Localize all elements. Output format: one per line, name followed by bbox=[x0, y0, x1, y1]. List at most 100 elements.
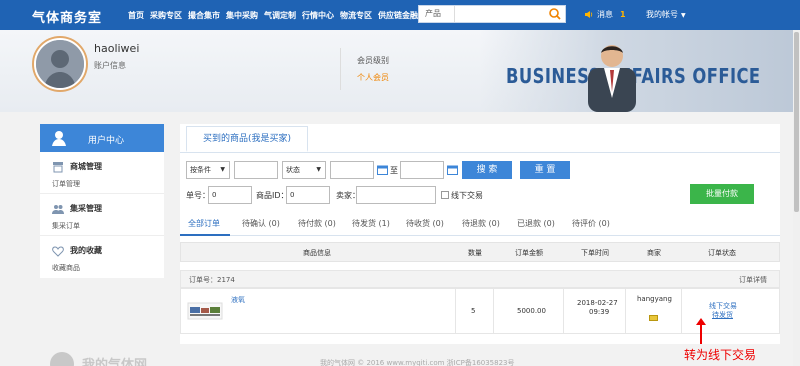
status-select[interactable]: 状态 ▼ bbox=[282, 161, 326, 179]
sidebar-link-orders[interactable]: 订单管理 bbox=[52, 179, 80, 189]
divider bbox=[563, 289, 564, 333]
sidebar-item-mall[interactable]: 商城管理 bbox=[70, 161, 102, 172]
offline-trade-label: 线下交易 bbox=[451, 191, 483, 200]
sidebar-link-group-orders[interactable]: 集采订单 bbox=[52, 221, 80, 231]
col-order-status: 订单状态 bbox=[708, 249, 736, 257]
nav-link-logistics[interactable]: 物流专区 bbox=[340, 10, 372, 21]
offline-trade-checkbox[interactable] bbox=[441, 191, 449, 199]
tab-pending-shipment[interactable]: 待发货 (1) bbox=[352, 218, 390, 229]
annotation-arrow bbox=[700, 322, 702, 344]
sidebar-link-favorite-products[interactable]: 收藏商品 bbox=[52, 263, 80, 273]
table-row: 液氧 5 5000.00 2018-02-27 09:39 hangyang 线… bbox=[180, 288, 780, 334]
user-banner: haoliwei 账户信息 会员级别 个人会员 BUSINESS AFFAIRS… bbox=[0, 30, 800, 112]
calendar-icon[interactable] bbox=[377, 165, 388, 175]
status-select-value: 状态 bbox=[286, 166, 300, 174]
sidebar-header-label: 用户中心 bbox=[88, 136, 125, 146]
speaker-icon bbox=[585, 11, 593, 18]
reset-button[interactable]: 重 置 bbox=[520, 161, 570, 179]
user-icon bbox=[52, 131, 66, 146]
user-silhouette-icon bbox=[36, 40, 84, 88]
product-id-input[interactable]: 0 bbox=[286, 186, 330, 204]
nav-link-purchase[interactable]: 采购专区 bbox=[150, 10, 182, 21]
order-detail-link[interactable]: 订单详情 bbox=[739, 275, 767, 285]
sidebar-item-favorites[interactable]: 我的收藏 bbox=[70, 245, 102, 256]
condition-select-value: 按条件 bbox=[190, 166, 211, 174]
tab-pending-payment[interactable]: 待付款 (0) bbox=[298, 218, 336, 229]
account-info-link[interactable]: 账户信息 bbox=[94, 60, 126, 71]
tab-pending-confirm[interactable]: 待确认 (0) bbox=[242, 218, 280, 229]
calendar-icon[interactable] bbox=[447, 165, 458, 175]
tab-purchased-goods[interactable]: 买到的商品(我是买家) bbox=[186, 126, 308, 152]
search-icon bbox=[549, 8, 561, 20]
search-button[interactable] bbox=[545, 6, 565, 22]
order-no-input[interactable]: 0 bbox=[208, 186, 252, 204]
username: haoliwei bbox=[94, 42, 140, 55]
divider bbox=[340, 48, 341, 90]
search-input[interactable] bbox=[456, 6, 546, 22]
caret-down-icon: ▼ bbox=[681, 12, 686, 19]
scrollbar-thumb[interactable] bbox=[794, 32, 799, 212]
product-thumbnail[interactable] bbox=[187, 299, 223, 323]
nav-link-market[interactable]: 行情中心 bbox=[302, 10, 334, 21]
tab-pending-refund[interactable]: 待退款 (0) bbox=[462, 218, 500, 229]
footer-logo-mark bbox=[50, 352, 74, 366]
sidebar-item-group-buy[interactable]: 集采管理 bbox=[70, 203, 102, 214]
sidebar-section-mall: 商城管理 订单管理 bbox=[40, 152, 164, 194]
message-merchant-icon[interactable] bbox=[649, 315, 658, 321]
site-logo[interactable]: 气体商务室 bbox=[32, 7, 102, 26]
annotation-text: 转为线下交易 bbox=[684, 348, 757, 362]
order-header-row: 订单号：2174 订单详情 bbox=[180, 270, 780, 288]
top-navbar: 气体商务室 首页 采购专区 撮合集市 集中采购 气调定制 行情中心 物流专区 供… bbox=[0, 0, 800, 30]
condition-value-input[interactable] bbox=[234, 161, 278, 179]
order-quantity: 5 bbox=[471, 307, 476, 315]
order-time: 09:39 bbox=[589, 308, 610, 316]
footer-logo: 我的气体网 bbox=[50, 352, 160, 366]
avatar[interactable] bbox=[34, 38, 86, 90]
sidebar: 用户中心 商城管理 订单管理 集采管理 集采订单 我的收藏 收藏商品 bbox=[40, 124, 164, 278]
messages-link[interactable]: 消息 1 bbox=[584, 9, 626, 20]
search-category-select[interactable]: 产品 bbox=[419, 6, 455, 22]
chevron-down-icon: ▼ bbox=[220, 166, 225, 173]
tab-refunded[interactable]: 已退款 (0) bbox=[517, 218, 555, 229]
order-date: 2018-02-27 bbox=[577, 299, 618, 307]
footer-copyright: 我的气体网 © 2016 www.myqiti.com 浙ICP备1603582… bbox=[320, 359, 515, 366]
sidebar-header[interactable]: 用户中心 bbox=[40, 124, 164, 152]
footer-logo-text: 我的气体网 bbox=[82, 358, 148, 366]
search-orders-button[interactable]: 搜 索 bbox=[462, 161, 512, 179]
seller-input[interactable] bbox=[356, 186, 436, 204]
orders-panel: 买到的商品(我是买家) 按条件 ▼ 状态 ▼ 至 搜 索 重 置 单号： 0 商品I… bbox=[180, 124, 780, 344]
nav-link-matching[interactable]: 撮合集市 bbox=[188, 10, 220, 21]
product-name-link[interactable]: 液氧 bbox=[231, 295, 245, 305]
nav-link-finance[interactable]: 供应链金融 bbox=[378, 10, 418, 21]
search-box: 产品 bbox=[418, 5, 566, 23]
store-icon bbox=[53, 162, 63, 173]
tab-pending-review[interactable]: 待评价 (0) bbox=[572, 218, 610, 229]
order-amount: 5000.00 bbox=[517, 307, 546, 315]
nav-link-centralized[interactable]: 集中采购 bbox=[226, 10, 258, 21]
tab-all-orders[interactable]: 全部订单 bbox=[188, 218, 220, 229]
divider bbox=[493, 289, 494, 333]
col-product-info: 商品信息 bbox=[303, 249, 331, 257]
account-menu[interactable]: 我的帐号 ▼ bbox=[646, 9, 686, 20]
order-status-pending-shipment[interactable]: 待发货 bbox=[712, 310, 733, 320]
nav-link-custom[interactable]: 气调定制 bbox=[264, 10, 296, 21]
date-range-separator: 至 bbox=[390, 166, 398, 175]
col-merchant: 商家 bbox=[647, 249, 661, 257]
tab-pending-receipt[interactable]: 待收货 (0) bbox=[406, 218, 444, 229]
order-status-tabs: 全部订单 待确认 (0) 待付款 (0) 待发货 (1) 待收货 (0) 待退款… bbox=[180, 214, 780, 236]
messages-label: 消息 bbox=[597, 10, 613, 19]
end-date-input[interactable] bbox=[400, 161, 444, 179]
sidebar-section-favorites: 我的收藏 收藏商品 bbox=[40, 236, 164, 278]
col-order-time: 下单时间 bbox=[581, 249, 609, 257]
condition-select[interactable]: 按条件 ▼ bbox=[186, 161, 230, 179]
member-level-label: 会员级别 bbox=[357, 56, 389, 65]
start-date-input[interactable] bbox=[330, 161, 374, 179]
merchant-name: hangyang bbox=[637, 295, 672, 303]
heart-icon bbox=[52, 246, 64, 257]
batch-pay-button[interactable]: 批量付款 bbox=[690, 184, 754, 204]
group-icon bbox=[52, 205, 64, 214]
nav-link-home[interactable]: 首页 bbox=[128, 10, 144, 21]
order-number: 订单号：2174 bbox=[189, 276, 235, 284]
chevron-down-icon: ▼ bbox=[316, 166, 321, 173]
businessman-image bbox=[588, 45, 636, 112]
